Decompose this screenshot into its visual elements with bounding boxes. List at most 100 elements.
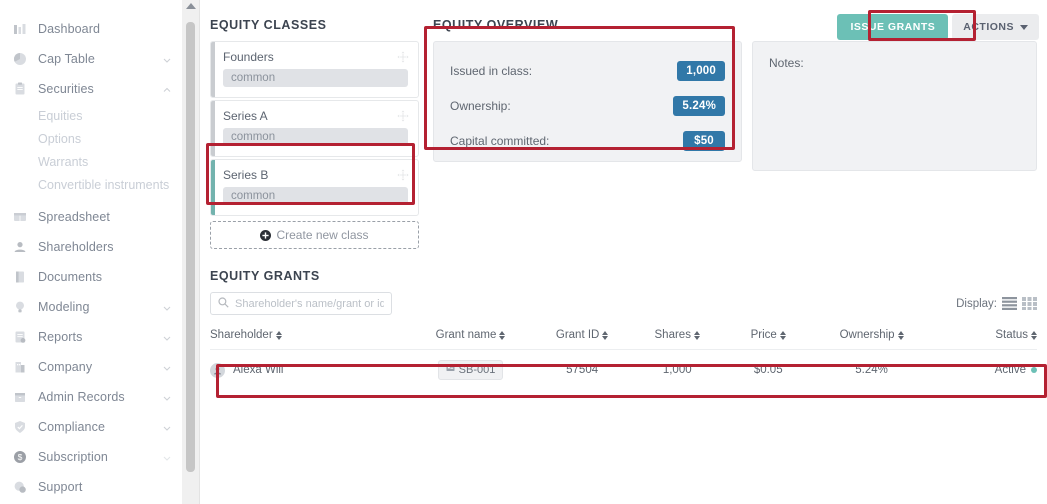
list-view-icon[interactable] bbox=[1002, 297, 1017, 310]
grants-search-box[interactable] bbox=[210, 292, 392, 315]
sort-icon[interactable] bbox=[275, 330, 282, 340]
archive-icon bbox=[12, 389, 28, 405]
sidebar-item-modeling[interactable]: Modeling bbox=[0, 292, 182, 322]
sidebar-item-label: Dashboard bbox=[38, 22, 101, 36]
class-accent-bar bbox=[211, 42, 215, 97]
grant-name-badge[interactable]: SB-001 bbox=[437, 360, 504, 380]
report-icon bbox=[12, 329, 28, 345]
bar-chart-icon bbox=[12, 21, 28, 37]
clipboard-icon bbox=[12, 81, 28, 97]
column-label: Grant name bbox=[435, 329, 497, 341]
sort-icon[interactable] bbox=[897, 330, 904, 340]
sidebar-item-label: Compliance bbox=[38, 420, 106, 434]
equity-class-card-series-b[interactable]: Series B common bbox=[210, 159, 419, 216]
document-icon bbox=[12, 269, 28, 285]
move-handle-icon[interactable] bbox=[397, 109, 409, 122]
grants-search-input[interactable] bbox=[235, 297, 384, 310]
equity-class-type: common bbox=[223, 187, 408, 205]
status-dot-icon bbox=[1031, 367, 1037, 373]
class-accent-bar bbox=[211, 101, 215, 156]
shareholder-name: Alexa Will bbox=[233, 364, 284, 376]
sidebar-item-label: Cap Table bbox=[38, 52, 95, 66]
column-header-grant-name[interactable]: Grant name bbox=[408, 329, 532, 350]
equity-grants-table: Shareholder Grant name Grant ID Shares P… bbox=[210, 329, 1037, 390]
chevron-down-icon[interactable] bbox=[162, 362, 172, 372]
sidebar-item-label: Modeling bbox=[38, 300, 90, 314]
sidebar-item-subscription[interactable]: $ Subscription bbox=[0, 442, 182, 472]
page-scrollbar[interactable] bbox=[182, 0, 200, 504]
cell-status: Active bbox=[929, 349, 1037, 390]
sort-icon[interactable] bbox=[693, 330, 700, 340]
grid-view-icon[interactable] bbox=[1022, 297, 1037, 310]
sort-icon[interactable] bbox=[779, 330, 786, 340]
equity-class-name: Series A bbox=[223, 109, 268, 123]
sidebar-item-documents[interactable]: Documents bbox=[0, 262, 182, 292]
move-handle-icon[interactable] bbox=[397, 168, 409, 181]
certificate-icon bbox=[446, 364, 455, 376]
equity-overview-title: EQUITY OVERVIEW bbox=[433, 18, 559, 32]
column-header-shareholder[interactable]: Shareholder bbox=[210, 329, 408, 350]
sidebar-subitem-convertible-instruments[interactable]: Convertible instruments bbox=[0, 173, 182, 196]
equity-overview-panel: Issued in class: 1,000 Ownership: 5.24% … bbox=[433, 41, 742, 162]
actions-dropdown-button[interactable]: ACTIONS bbox=[952, 14, 1039, 40]
sidebar-item-compliance[interactable]: Compliance bbox=[0, 412, 182, 442]
cell-grant-id: 57504 bbox=[532, 349, 632, 390]
sidebar-item-label: Shareholders bbox=[38, 240, 114, 254]
people-icon bbox=[12, 239, 28, 255]
sidebar-item-admin-records[interactable]: Admin Records bbox=[0, 382, 182, 412]
sidebar-item-shareholders[interactable]: Shareholders bbox=[0, 232, 182, 262]
sort-icon[interactable] bbox=[1031, 330, 1037, 340]
sidebar-item-dashboard[interactable]: Dashboard bbox=[0, 14, 182, 44]
plus-icon bbox=[260, 229, 272, 241]
sort-icon[interactable] bbox=[602, 330, 609, 340]
column-label: Status bbox=[995, 329, 1028, 341]
overview-row-capital-committed: Capital committed: $50 bbox=[450, 126, 725, 156]
scroll-up-arrow-icon[interactable] bbox=[186, 3, 196, 9]
equity-class-card-founders[interactable]: Founders common bbox=[210, 41, 419, 98]
sidebar-item-label: Securities bbox=[38, 82, 94, 96]
sidebar-subitem-options[interactable]: Options bbox=[0, 127, 182, 150]
top-panels-row: EQUITY CLASSES Founders common Series A … bbox=[210, 18, 1037, 249]
sidebar-item-label: Documents bbox=[38, 270, 103, 284]
sidebar-item-support[interactable]: Support bbox=[0, 472, 182, 502]
chevron-down-icon[interactable] bbox=[162, 54, 172, 64]
column-label: Shares bbox=[654, 329, 691, 341]
sidebar-item-company[interactable]: Company bbox=[0, 352, 182, 382]
chevron-down-icon[interactable] bbox=[162, 452, 172, 462]
sidebar-item-reports[interactable]: Reports bbox=[0, 322, 182, 352]
issue-grants-button[interactable]: ISSUE GRANTS bbox=[837, 14, 949, 40]
sidebar-subitem-equities[interactable]: Equities bbox=[0, 104, 182, 127]
create-new-class-button[interactable]: Create new class bbox=[210, 221, 419, 249]
sidebar-item-spreadsheet[interactable]: Spreadsheet bbox=[0, 202, 182, 232]
column-header-price[interactable]: Price bbox=[723, 329, 814, 350]
equity-class-type: common bbox=[223, 69, 408, 87]
sidebar-subitem-label: Equities bbox=[38, 108, 83, 123]
column-header-shares[interactable]: Shares bbox=[632, 329, 723, 350]
sidebar-item-label: Company bbox=[38, 360, 93, 374]
sidebar-item-cap-table[interactable]: Cap Table bbox=[0, 44, 182, 74]
table-header-row: Shareholder Grant name Grant ID Shares P… bbox=[210, 329, 1037, 350]
chevron-down-icon[interactable] bbox=[162, 332, 172, 342]
scrollbar-thumb[interactable] bbox=[186, 22, 195, 472]
sidebar-item-securities[interactable]: Securities bbox=[0, 74, 182, 104]
sidebar-subitem-warrants[interactable]: Warrants bbox=[0, 150, 182, 173]
main-content: ISSUE GRANTS ACTIONS EQUITY CLASSES Foun… bbox=[200, 0, 1047, 504]
chevron-up-icon[interactable] bbox=[162, 84, 172, 94]
column-header-grant-id[interactable]: Grant ID bbox=[533, 329, 632, 350]
move-handle-icon[interactable] bbox=[397, 50, 409, 63]
table-row[interactable]: Alexa Will SB-001 57504 1,000 $0.05 5.24… bbox=[210, 349, 1037, 390]
column-header-ownership[interactable]: Ownership bbox=[814, 329, 930, 350]
equity-class-name: Founders bbox=[223, 50, 274, 64]
equity-class-card-series-a[interactable]: Series A common bbox=[210, 100, 419, 157]
sidebar-item-label: Subscription bbox=[38, 450, 108, 464]
cell-shares: 1,000 bbox=[631, 349, 723, 390]
notes-panel[interactable]: Notes: bbox=[752, 41, 1037, 171]
grants-toolbar: Display: bbox=[210, 292, 1037, 315]
column-label: Grant ID bbox=[555, 329, 600, 341]
overview-value-badge: 5.24% bbox=[673, 96, 725, 116]
column-header-status[interactable]: Status bbox=[929, 329, 1037, 350]
chevron-down-icon[interactable] bbox=[162, 392, 172, 402]
chevron-down-icon[interactable] bbox=[162, 422, 172, 432]
chevron-down-icon[interactable] bbox=[162, 302, 172, 312]
sort-icon[interactable] bbox=[499, 330, 506, 340]
